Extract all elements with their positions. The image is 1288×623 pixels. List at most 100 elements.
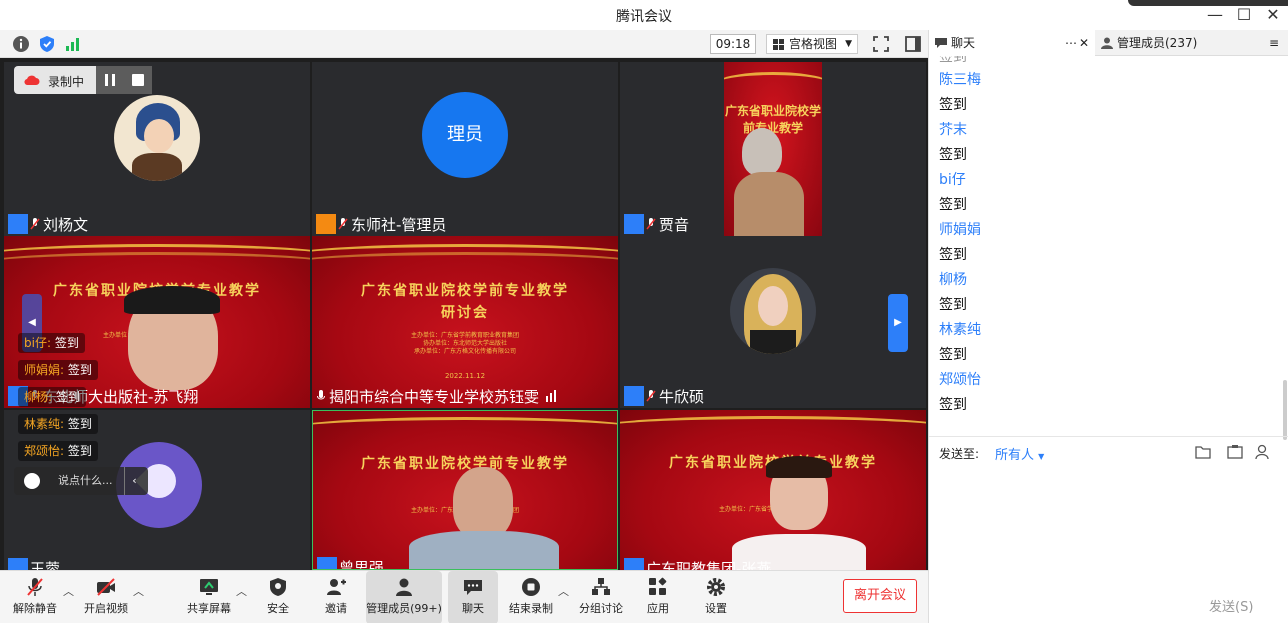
video-tile[interactable]: 广东省职业院校学前专业教学 主办单位：广东省学前教育职业教育集团 东北师大出版社… bbox=[4, 236, 310, 408]
maximize-button[interactable]: ☐ bbox=[1229, 3, 1259, 27]
chevron-left-icon[interactable]: ‹ bbox=[124, 467, 144, 495]
chat-scrollbar[interactable] bbox=[1283, 380, 1287, 440]
record-stop-icon bbox=[522, 578, 540, 596]
security-shield-icon[interactable] bbox=[38, 35, 56, 53]
recording-label: 录制中 bbox=[48, 75, 85, 89]
start-video-button[interactable]: 开启视频 bbox=[78, 571, 134, 623]
minimize-button[interactable]: — bbox=[1200, 3, 1230, 27]
quick-chat-placeholder: 说点什么... bbox=[58, 474, 113, 487]
chat-panel: 聊天 ⋯ ✕ 管理成员(237) ≡ 签到 陈三梅 签到 芥末 签到 bi仔 签… bbox=[928, 30, 1288, 623]
chat-sender[interactable]: 陈三梅 bbox=[939, 68, 1279, 93]
stop-recording-button[interactable] bbox=[124, 66, 152, 94]
mic-muted-icon bbox=[646, 390, 656, 402]
apps-button[interactable]: 应用 bbox=[636, 571, 680, 623]
chat-sender[interactable]: 芥末 bbox=[939, 118, 1279, 143]
participant-nametag: 贾音 bbox=[624, 214, 689, 234]
chevron-up-icon[interactable]: ︿ bbox=[133, 583, 144, 599]
shield-icon bbox=[270, 578, 286, 596]
chat-sender[interactable]: 师娟娟 bbox=[939, 218, 1279, 243]
screenshot-icon[interactable] bbox=[1227, 444, 1243, 460]
video-tile[interactable]: 牛欣硕 bbox=[620, 236, 926, 408]
pause-recording-button[interactable] bbox=[96, 66, 124, 94]
participant-nametag: 曾思强 bbox=[317, 557, 385, 570]
view-mode-dropdown[interactable]: 宫格视图 ▼ bbox=[766, 34, 858, 54]
caret-down-icon: ▼ bbox=[1038, 452, 1045, 461]
meeting-toolbar: 09:18 宫格视图 ▼ bbox=[0, 30, 928, 58]
slide-title: 广东省职业院校学前专业教学 bbox=[361, 456, 569, 472]
danmu-message: 林素纯: 签到 bbox=[18, 414, 98, 434]
end-recording-button[interactable]: 结束录制 bbox=[506, 571, 556, 623]
signal-strength-icon[interactable] bbox=[64, 35, 82, 53]
slide-date: 2022.11.12 bbox=[444, 372, 486, 380]
info-icon[interactable] bbox=[12, 35, 30, 53]
leave-meeting-button[interactable]: 离开会议 bbox=[843, 579, 917, 613]
add-user-icon bbox=[327, 579, 346, 595]
video-tile[interactable]: 广东省职业院校学前专业教学 研讨会 主办单位：广东省学前教育职业教育集团 协办单… bbox=[312, 236, 618, 408]
user-icon bbox=[8, 214, 28, 234]
members-icon bbox=[396, 578, 412, 596]
close-window-button[interactable]: ✕ bbox=[1258, 3, 1288, 27]
host-user-icon bbox=[316, 214, 336, 234]
breakout-rooms-button[interactable]: 分组讨论 bbox=[576, 571, 626, 623]
unmute-button[interactable]: 解除静音 bbox=[6, 571, 64, 623]
more-options-icon[interactable]: ⋯ bbox=[1065, 30, 1077, 56]
chevron-up-icon[interactable]: ︿ bbox=[63, 583, 74, 599]
security-button[interactable]: 安全 bbox=[258, 571, 298, 623]
danmu-message: 郑颂怡: 签到 bbox=[18, 441, 98, 461]
user-icon bbox=[317, 557, 337, 569]
chat-tab-icon bbox=[935, 38, 947, 48]
panel-menu-icon[interactable]: ≡ bbox=[1263, 30, 1285, 56]
participant-name: 曾思强 bbox=[339, 558, 385, 570]
emoji-icon[interactable] bbox=[24, 473, 40, 489]
tab-members[interactable]: 管理成员(237) bbox=[1097, 30, 1257, 56]
title-bar: 腾讯会议 — ☐ ✕ bbox=[0, 0, 1288, 30]
chat-message: 签到 bbox=[939, 297, 967, 313]
side-panel-toggle-icon[interactable] bbox=[904, 35, 922, 53]
panel-tabs: 聊天 ⋯ ✕ 管理成员(237) ≡ bbox=[929, 30, 1288, 56]
camera-off-icon bbox=[97, 578, 115, 596]
participant-nametag: 东师社-管理员 bbox=[316, 214, 446, 234]
slide-sponsor-line: 主办单位：广东省学前教育职业教育集团 bbox=[410, 332, 519, 339]
video-tile[interactable]: 理员 东师社-管理员 bbox=[312, 62, 618, 236]
settings-button[interactable]: 设置 bbox=[694, 571, 738, 623]
chat-sender[interactable]: 郑颂怡 bbox=[939, 368, 1279, 393]
invite-button[interactable]: 邀请 bbox=[316, 571, 356, 623]
chevron-up-icon[interactable]: ︿ bbox=[558, 583, 569, 599]
chevron-up-icon[interactable]: ︿ bbox=[236, 583, 247, 599]
pause-icon bbox=[105, 74, 115, 86]
tab-chat[interactable]: 聊天 ⋯ ✕ bbox=[929, 30, 1095, 56]
view-mode-label: 宫格视图 bbox=[789, 37, 838, 51]
meeting-app: 腾讯会议 — ☐ ✕ 09:18 宫格视图 ▼ 刘杨文 理员 东师社-管理员 广… bbox=[0, 0, 1288, 623]
chat-message: 签到 bbox=[939, 197, 967, 213]
send-button[interactable]: 发送(S) bbox=[1209, 596, 1253, 615]
slide-subtitle: 研讨会 bbox=[441, 305, 489, 321]
next-page-button[interactable]: ▶ bbox=[888, 294, 908, 352]
share-screen-button[interactable]: 共享屏幕 bbox=[186, 571, 232, 623]
chat-message: 签到 bbox=[939, 397, 967, 413]
portrait-video-feed: 广东省职业院校学前专业教学 bbox=[724, 62, 822, 236]
participant-avatar bbox=[730, 268, 816, 354]
quick-chat-input[interactable]: 说点什么... ‹ bbox=[14, 467, 148, 495]
close-chat-icon[interactable]: ✕ bbox=[1079, 30, 1089, 56]
chat-sender[interactable]: bi仔 bbox=[939, 168, 1279, 193]
chat-sender[interactable]: 柳杨 bbox=[939, 268, 1279, 293]
chat-button[interactable]: 聊天 bbox=[448, 571, 498, 623]
danmu-message: 师娟娟: 签到 bbox=[18, 360, 98, 380]
video-tile[interactable]: 广东省职业院校学前专业教学 主办单位：广东省学前教育职业教育集团 广东职教集团-… bbox=[620, 410, 926, 570]
chat-sender[interactable]: 林素纯 bbox=[939, 318, 1279, 343]
send-to-dropdown[interactable]: 所有人 ▼ bbox=[995, 444, 1044, 463]
fullscreen-icon[interactable] bbox=[872, 35, 890, 53]
window-title: 腾讯会议 bbox=[616, 9, 672, 25]
folder-icon[interactable] bbox=[1195, 445, 1211, 459]
chat-message: 签到 bbox=[939, 247, 967, 263]
slide-title-fragment: 广东省职业院校学前专业教学 bbox=[724, 104, 821, 135]
user-mention-icon[interactable] bbox=[1255, 444, 1271, 460]
bottom-control-bar: 解除静音 ︿ 开启视频 ︿ 共享屏幕 ︿ 安全 邀请 管理成员(99+) 聊天 bbox=[0, 570, 928, 623]
manage-members-button[interactable]: 管理成员(99+) bbox=[366, 571, 442, 623]
video-tile-speaking[interactable]: 广东省职业院校学前专业教学 主办单位：广东省学前教育职业教育集团 曾思强 bbox=[312, 410, 618, 570]
chat-message-list: 签到 陈三梅 签到 芥末 签到 bi仔 签到 师娟娟 签到 柳杨 签到 林素纯 … bbox=[939, 56, 1279, 436]
mic-muted-icon bbox=[27, 578, 43, 596]
video-tile[interactable]: 广东省职业院校学前专业教学 贾音 bbox=[620, 62, 926, 236]
mic-muted-icon bbox=[646, 218, 656, 230]
participant-avatar: 理员 bbox=[422, 92, 508, 178]
